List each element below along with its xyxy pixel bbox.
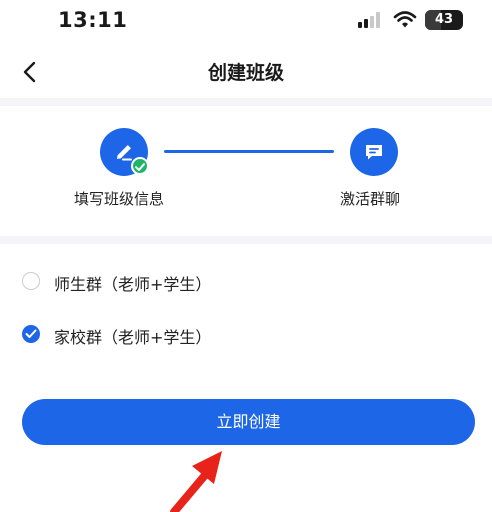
radio-unchecked[interactable] xyxy=(22,272,40,290)
chat-bubble-icon xyxy=(366,145,382,160)
option-label: 家校群（老师+学生） xyxy=(54,328,212,347)
step-connector xyxy=(164,150,334,153)
option-home-school-group[interactable]: 家校群（老师+学生） xyxy=(0,313,492,357)
check-icon xyxy=(131,157,149,175)
cellular-signal-icon xyxy=(358,12,382,28)
status-time: 13:11 xyxy=(58,8,128,32)
nav-bar: 创建班级 xyxy=(0,44,492,100)
page-title: 创建班级 xyxy=(207,62,284,84)
divider xyxy=(0,98,492,106)
divider xyxy=(0,236,492,244)
annotation-arrow-icon xyxy=(170,451,222,512)
option-label: 师生群（老师+学生） xyxy=(54,275,212,294)
battery-icon: 43 xyxy=(425,10,463,30)
option-teacher-student-group[interactable]: 师生群（老师+学生） xyxy=(0,260,492,304)
status-bar: 13:11 43 xyxy=(0,0,492,44)
step-1-label: 填写班级信息 xyxy=(74,190,165,208)
check-icon xyxy=(25,329,37,338)
step-2-label: 激活群聊 xyxy=(340,190,401,208)
wifi-icon xyxy=(393,10,417,30)
battery-level: 43 xyxy=(434,12,454,27)
create-now-button[interactable]: 立即创建 xyxy=(22,399,475,445)
step-2-circle xyxy=(350,128,398,176)
stepper: 填写班级信息 激活群聊 xyxy=(0,108,492,236)
radio-checked[interactable] xyxy=(22,325,40,343)
